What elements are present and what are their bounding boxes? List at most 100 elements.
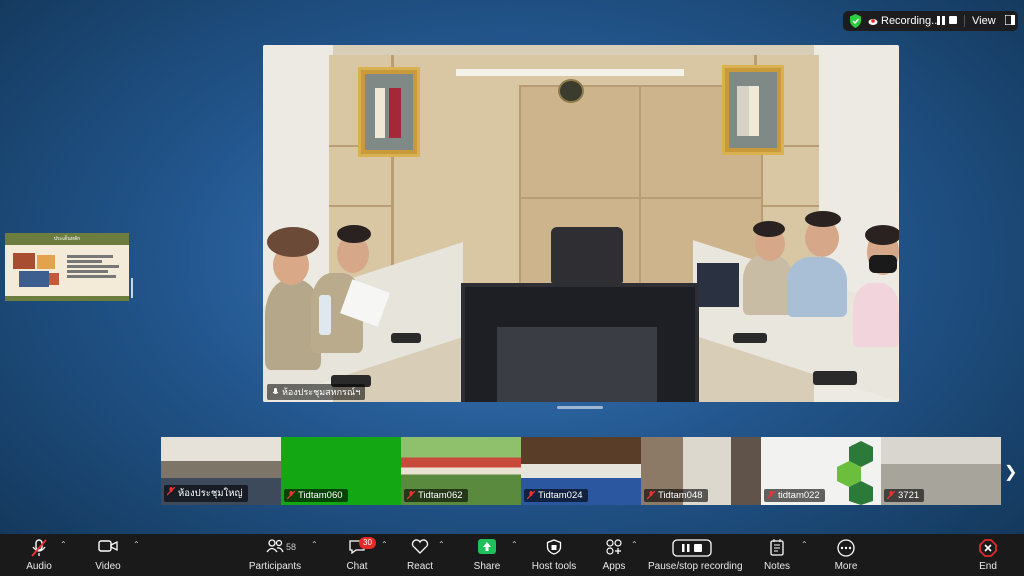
- microphone: [733, 333, 767, 343]
- gallery-tile[interactable]: tidtam022: [761, 437, 881, 505]
- gallery-tile-name-tag: Tidtam024: [524, 489, 588, 502]
- stop-recording-icon[interactable]: [949, 16, 958, 28]
- main-video-name-tag: ห้องประชุมสหกรณ์ฯ: [267, 384, 366, 400]
- participants-label: Participants: [248, 561, 302, 572]
- end-meeting-button[interactable]: End: [974, 534, 1002, 576]
- participants-icon: [266, 539, 284, 556]
- end-call-icon: [979, 539, 997, 560]
- host-tools-label: Host tools: [531, 561, 577, 572]
- shared-screen-thumbnail[interactable]: ประเด็นหลัก: [5, 233, 129, 301]
- video-label: Video: [95, 561, 121, 572]
- mic-muted-icon: [766, 490, 776, 503]
- host-tools-button[interactable]: Host tools: [530, 534, 578, 576]
- pause-recording-icon[interactable]: [937, 16, 946, 28]
- react-label: React: [406, 561, 434, 572]
- laptop: [697, 263, 739, 307]
- notes-button[interactable]: Notes: [762, 534, 792, 576]
- gallery-tile[interactable]: 3721: [881, 437, 1001, 505]
- portrait-frame-right: [722, 65, 784, 155]
- gallery-tile-name-tag: Tidtam048: [644, 489, 708, 502]
- emblem-icon: [558, 79, 584, 103]
- main-video-name: ห้องประชุมสหกรณ์ฯ: [282, 387, 361, 397]
- recording-label: Pause/stop recording: [648, 561, 743, 572]
- shield-icon: [849, 14, 862, 31]
- gallery-tile-name-tag: 3721: [884, 489, 925, 503]
- notes-options-caret[interactable]: ⌃: [801, 540, 808, 549]
- mic-icon: [272, 388, 279, 394]
- recording-status-bar: Recording... View: [843, 11, 1018, 31]
- mic-muted-icon: [31, 539, 47, 560]
- resize-handle[interactable]: [131, 278, 133, 298]
- participants-options-caret[interactable]: ⌃: [311, 540, 318, 549]
- more-icon: [837, 539, 855, 560]
- video-options-caret[interactable]: ⌃: [133, 540, 140, 549]
- water-bottle: [319, 295, 331, 335]
- share-button[interactable]: Share: [468, 534, 506, 576]
- end-label: End: [979, 561, 997, 572]
- more-button[interactable]: More: [830, 534, 862, 576]
- gallery-tile-name-tag: tidtam022: [764, 489, 825, 502]
- participant-hair: [805, 211, 841, 227]
- audio-label: Audio: [26, 561, 52, 572]
- divider: [964, 15, 965, 27]
- thumb-graphic: [13, 253, 35, 269]
- chat-unread-badge: 30: [359, 537, 376, 549]
- mic-muted-icon: [886, 490, 896, 503]
- share-label: Share: [473, 561, 501, 572]
- tv-monitor: [461, 283, 699, 402]
- chat-options-caret[interactable]: ⌃: [381, 540, 388, 549]
- participant-hair: [865, 225, 899, 245]
- video-button[interactable]: Video: [88, 534, 128, 576]
- face-mask: [869, 255, 897, 273]
- chat-label: Chat: [346, 561, 368, 572]
- participant-person: [853, 283, 899, 347]
- main-video-resize-handle[interactable]: [557, 406, 603, 409]
- mic-muted-icon: [526, 490, 536, 503]
- gallery-tile[interactable]: Tidtam062: [401, 437, 521, 505]
- apps-button[interactable]: Apps: [598, 534, 630, 576]
- view-button[interactable]: View: [972, 14, 1016, 27]
- main-speaker-video[interactable]: ห้องประชุมสหกรณ์ฯ: [263, 45, 899, 402]
- microphone: [391, 333, 421, 343]
- gallery-tile-name-tag: ห้องประชุมใหญ่: [164, 485, 248, 502]
- share-screen-icon: [478, 539, 496, 557]
- participant-hair: [267, 227, 319, 257]
- gallery-strip: ห้องประชุมใหญ่ Tidtam060 Tidtam062 Tidta…: [161, 437, 1001, 505]
- gallery-tile-name-tag: Tidtam062: [404, 489, 468, 502]
- pause-stop-recording-button[interactable]: Pause/stop recording: [648, 534, 743, 576]
- thumb-footer: [5, 296, 129, 301]
- mic-muted-icon: [166, 486, 176, 499]
- participant-hair: [337, 225, 371, 243]
- thumb-graphic: [19, 271, 49, 287]
- mic-muted-icon: [646, 490, 656, 503]
- cloud-record-icon: [868, 16, 878, 28]
- mic-muted-icon: [286, 490, 296, 503]
- recording-label: Recording...: [881, 15, 941, 27]
- participant-person: [743, 255, 793, 315]
- react-button[interactable]: React: [402, 534, 438, 576]
- video-camera-icon: [98, 539, 118, 556]
- participants-button[interactable]: Participants: [248, 534, 302, 576]
- audio-button[interactable]: Audio: [18, 534, 60, 576]
- gallery-tile[interactable]: Tidtam060: [281, 437, 401, 505]
- gallery-tile[interactable]: Tidtam024: [521, 437, 641, 505]
- gallery-tile[interactable]: Tidtam048: [641, 437, 761, 505]
- apps-icon: [606, 539, 622, 558]
- banner: [456, 69, 684, 76]
- shield-icon: [546, 539, 562, 558]
- notes-label: Notes: [763, 561, 791, 572]
- chair: [551, 227, 623, 283]
- view-label: View: [972, 15, 996, 27]
- chevron-right-icon[interactable]: ❯: [1004, 462, 1017, 482]
- gallery-tile[interactable]: ห้องประชุมใหญ่: [161, 437, 281, 505]
- shared-thumb-title: ประเด็นหลัก: [5, 233, 129, 245]
- participants-count: 58: [286, 542, 297, 552]
- heart-icon: [411, 539, 429, 557]
- participant-person: [787, 257, 847, 317]
- apps-options-caret[interactable]: ⌃: [631, 540, 638, 549]
- react-options-caret[interactable]: ⌃: [438, 540, 445, 549]
- mic-muted-icon: [406, 490, 416, 503]
- audio-options-caret[interactable]: ⌃: [60, 540, 67, 549]
- apps-label: Apps: [602, 561, 626, 572]
- share-options-caret[interactable]: ⌃: [511, 540, 518, 549]
